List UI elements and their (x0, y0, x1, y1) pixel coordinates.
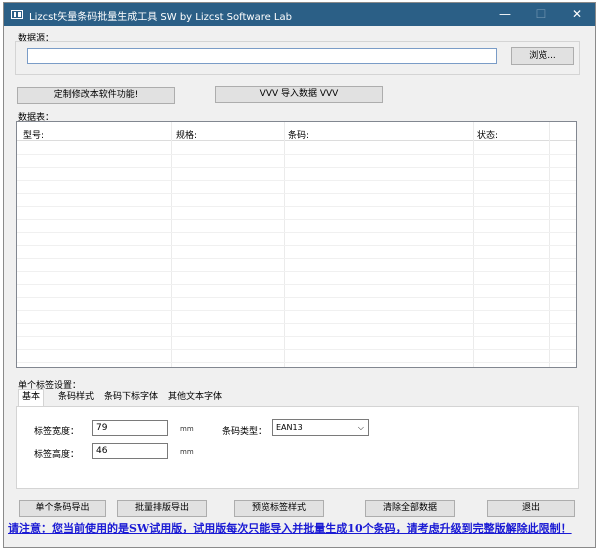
exit-button[interactable]: 退出 (487, 500, 575, 517)
preview-button[interactable]: 预览标签样式 (234, 500, 324, 517)
barcode-type-select[interactable]: EAN13 ⌵ (272, 419, 369, 436)
data-source-path-input[interactable] (27, 48, 497, 64)
row-divider (17, 310, 576, 311)
row-divider (17, 258, 576, 259)
tab-other-font[interactable]: 其他文本字体 (165, 390, 225, 407)
title-bar[interactable]: Lizcst矢量条码批量生成工具 SW by Lizcst Software L… (4, 3, 595, 26)
row-divider (17, 193, 576, 194)
header-divider (17, 140, 576, 141)
row-divider (17, 362, 576, 363)
width-unit: mm (180, 425, 194, 433)
single-export-button[interactable]: 单个条码导出 (19, 500, 106, 517)
row-divider (17, 180, 576, 181)
row-divider (17, 284, 576, 285)
barcode-type-label: 条码类型： (222, 427, 268, 437)
row-divider (17, 297, 576, 298)
row-divider (17, 323, 576, 324)
row-divider (17, 232, 576, 233)
row-divider (17, 349, 576, 350)
batch-export-button[interactable]: 批量排版导出 (117, 500, 207, 517)
row-divider (17, 167, 576, 168)
row-divider (17, 245, 576, 246)
row-divider (17, 271, 576, 272)
barcode-type-value: EAN13 (276, 423, 303, 432)
row-divider (17, 336, 576, 337)
tab-basic[interactable]: 基本 (18, 389, 45, 407)
close-icon[interactable]: ✕ (559, 3, 595, 26)
clear-all-button[interactable]: 清除全部数据 (365, 500, 455, 517)
window-title: Lizcst矢量条码批量生成工具 SW by Lizcst Software L… (29, 12, 292, 23)
data-table[interactable]: 型号: 规格: 条码: 状态: (16, 121, 577, 368)
customize-button[interactable]: 定制修改本软件功能! (17, 87, 175, 104)
minimize-icon[interactable]: — (487, 3, 523, 26)
trial-notice: 请注意：您当前使用的是SW试用版，试用版每次只能导入并批量生成10个条码，请考虑… (8, 522, 572, 535)
label-height-label: 标签高度： (34, 450, 80, 460)
row-divider (17, 219, 576, 220)
tab-barcode-style[interactable]: 条码样式 (55, 390, 97, 407)
import-data-button[interactable]: VVV 导入数据 VVV (215, 86, 383, 103)
row-divider (17, 154, 576, 155)
height-unit: mm (180, 448, 194, 456)
row-divider (17, 206, 576, 207)
maximize-icon: ☐ (535, 7, 547, 21)
tab-barcode-font[interactable]: 条码下标字体 (101, 390, 161, 407)
label-width-label: 标签宽度： (34, 427, 80, 437)
label-width-input[interactable]: 79 (92, 420, 168, 436)
chevron-down-icon: ⌵ (357, 423, 364, 432)
browse-button[interactable]: 浏览... (511, 47, 574, 65)
app-icon (11, 10, 23, 19)
label-height-input[interactable]: 46 (92, 443, 168, 459)
